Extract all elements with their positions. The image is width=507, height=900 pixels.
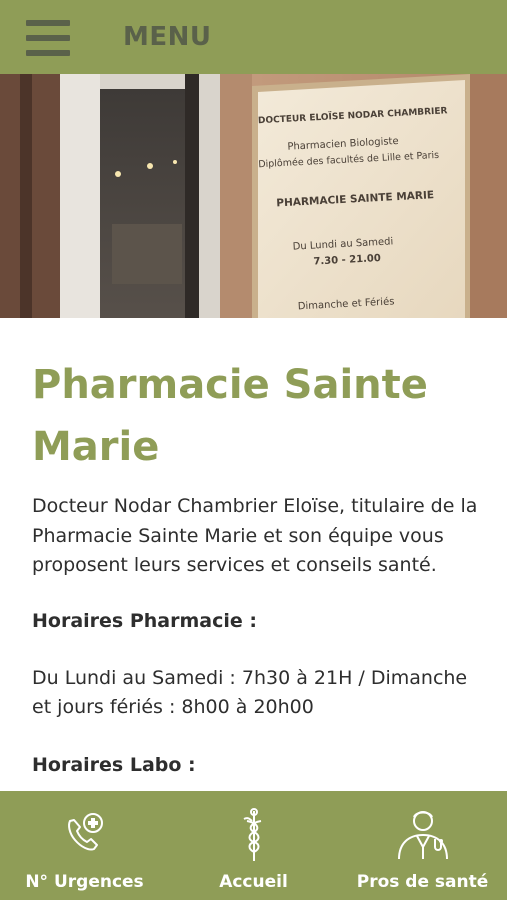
hero-photo: DOCTEUR ELOÏSE NODAR CHAMBRIER Pharmacie… (0, 74, 507, 318)
nav-item-urgences[interactable]: N° Urgences (0, 791, 169, 900)
emergency-phone-icon (67, 813, 103, 851)
lab-hours-heading: Horaires Labo : (32, 753, 196, 776)
pharmacy-hours-text: Du Lundi au Samedi : 7h30 à 21H / Dimanc… (32, 666, 468, 719)
bottom-navigation: N° Urgences Accueil Pros de santé (0, 791, 507, 900)
hamburger-menu-icon[interactable] (26, 20, 70, 56)
app-screen: MENU DOCTEUR ELOÏSE NODAR CHAMBRIER Phar… (0, 0, 507, 900)
main-content: Pharmacie Sainte Marie Docteur Nodar Cha… (0, 318, 507, 791)
nav-label-urgences: N° Urgences (25, 872, 144, 892)
nav-item-accueil[interactable]: Accueil (169, 791, 338, 900)
top-bar: MENU (0, 0, 507, 74)
nav-label-pros-sante: Pros de santé (356, 872, 489, 892)
intro-paragraph: Docteur Nodar Chambrier Eloïse, titulair… (32, 495, 478, 576)
nav-item-pros-sante[interactable]: Pros de santé (338, 791, 507, 900)
caduceus-icon (243, 808, 261, 861)
nav-label-accueil: Accueil (219, 872, 288, 892)
doctor-icon (397, 811, 448, 860)
menu-label[interactable]: MENU (123, 22, 212, 52)
pharmacy-hours-heading: Horaires Pharmacie : (32, 609, 257, 632)
page-title: Pharmacie Sainte Marie (32, 362, 428, 470)
